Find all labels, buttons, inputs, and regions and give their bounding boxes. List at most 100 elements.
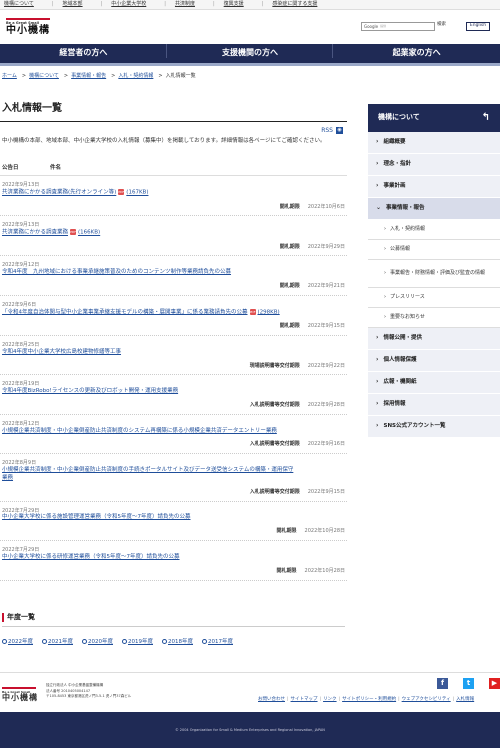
main-nav-item[interactable]: 起業家の方へ [333,48,500,59]
year-label[interactable]: 2019年度 [128,639,153,645]
bid-title[interactable]: 令和4年度BizRobo!ライセンスの更新及びロボット開発・運用支援業務 [2,388,178,394]
main-nav-item[interactable]: 経営者の方へ [0,44,167,59]
year-label[interactable]: 2022年度 [8,639,33,645]
footer-link[interactable]: ウェブアクセシビリティ [402,697,451,702]
sidebar-item[interactable]: › 情報公開・提供 [368,328,500,350]
bid-date: 2022年7月29日 [2,547,40,554]
english-button[interactable]: English [466,22,490,31]
bid-deadline: 開札期限 2022年10月6日 [2,204,345,211]
year-link[interactable]: 2021年度 [42,639,73,646]
sidebar-item-label[interactable]: SNS公式アカウント一覧 [383,423,445,430]
bid-title[interactable]: 中小企業大学校に係る研修運営業務（令和5年度〜7年度）請負先の公募 [2,554,180,560]
footer-link[interactable]: リンク [323,697,337,702]
year-label[interactable]: 2017年度 [208,639,233,645]
footer-link[interactable]: 入札情報 [456,697,474,702]
sidebar-item[interactable]: ⌄ 事業情報・報告 [368,198,500,220]
nav-separator: | [100,1,103,8]
top-nav-link[interactable]: 機構について [4,1,52,8]
breadcrumb-item[interactable]: ホーム [2,73,17,79]
footer-logo[interactable]: Be a Great Small 中小機構 [2,687,38,702]
bid-deadline: 開札期限 2022年9月21日 [2,283,345,290]
bid-title-link[interactable]: 小規模企業共済制度・中小企業倒産防止共済制度の手続きポータルサイト及びデータ送受… [2,467,298,483]
rss-link[interactable]: RSS ◉ [0,126,347,135]
top-nav-link[interactable]: 中小企業大学校 [105,1,164,8]
sidebar-item[interactable]: › 事業計画 [368,176,500,198]
pdf-size[interactable]: (298KB) [258,309,280,315]
sidebar-subitem[interactable]: › 事業報告・財務情報・評価及び監査の情報 [368,260,500,288]
sidebar-item-label[interactable]: 採用情報 [383,401,405,408]
twitter-icon[interactable]: t [463,678,474,689]
year-link[interactable]: 2019年度 [122,639,153,646]
top-nav-link[interactable]: 地域本部 [57,1,101,8]
sidebar-item[interactable]: › 広報・機関紙 [368,372,500,394]
bid-title-link[interactable]: 共済業務にかかる調査業務(先行オンライン等) PDF (167KB) [2,189,298,197]
sidebar-item-label[interactable]: 事業情報・報告 [386,205,425,212]
sidebar-item-label[interactable]: 重要なお知らせ [390,314,425,321]
bid-title[interactable]: 令和4年度 九州地域における事業承継施策普及のためのコンテンツ制作等業務請負先の… [2,269,231,275]
sidebar-item-label[interactable]: プレスリリース [390,294,425,301]
top-nav-link[interactable]: 感染症に関する支援 [266,1,335,8]
sidebar-item-label[interactable]: 個人情報保護 [383,357,416,364]
chevron-right-icon: › [376,182,379,190]
bid-title[interactable]: 小規模企業共済制度・中小企業倒産防止共済制度の手続きポータルサイト及びデータ送受… [2,467,293,481]
year-link[interactable]: 2020年度 [82,639,113,646]
rss-label[interactable]: RSS [321,127,333,134]
bid-title-link[interactable]: 中小企業大学校に係る研修運営業務（令和5年度〜7年度）請負先の公募 [2,554,298,562]
sidebar-item-label[interactable]: 事業計画 [383,183,405,190]
bid-title-link[interactable]: 小規模企業共済制度・中小企業倒産防止共済制度のシステム再構築に係る小規模企業共済… [2,428,298,436]
search-input[interactable]: Google 提供 [361,22,435,31]
footer-link[interactable]: お問い合わせ [258,697,285,702]
sidebar-item[interactable]: › SNS公式アカウント一覧 [368,416,500,438]
sidebar-item[interactable]: › 理念・指針 [368,154,500,176]
deadline-value: 2022年9月28日 [307,402,345,408]
youtube-icon[interactable]: ▶ [489,678,500,689]
bid-title[interactable]: 「令和4年度自治体関与型中小企業事業承継支援モデルの構築・展開事業」に係る業務請… [2,309,248,315]
sidebar-item-label[interactable]: 入札・契約情報 [390,226,425,233]
sidebar-item-label[interactable]: 事業報告・財務情報・評価及び監査の情報 [390,270,485,277]
sidebar-item[interactable]: › 個人情報保護 [368,350,500,372]
breadcrumb-item[interactable]: 事業情報・報告 [71,73,106,79]
bid-title-link[interactable]: 令和4年度BizRobo!ライセンスの更新及びロボット開発・運用支援業務 [2,388,298,396]
bid-title-link[interactable]: 共済業務にかかる調査業務 PDF (166KB) [2,229,298,237]
bid-title-link[interactable]: 「令和4年度自治体関与型中小企業事業承継支援モデルの構築・展開事業」に係る業務請… [2,308,298,317]
sidebar-subitem[interactable]: › 重要なお知らせ [368,308,500,328]
bid-title-link[interactable]: 令和4年度中小企業大学校広島校建物修繕等工事 [2,349,298,357]
deadline-label: 開札期限 [276,567,297,574]
top-nav-link[interactable]: 共済制度 [169,1,213,8]
footer-link[interactable]: サイトマップ [291,697,318,702]
main-nav-item[interactable]: 支援機関の方へ [167,44,334,59]
bid-title[interactable]: 共済業務にかかる調査業務(先行オンライン等) [2,190,116,196]
year-link[interactable]: 2017年度 [202,639,233,646]
year-label[interactable]: 2018年度 [168,639,193,645]
footer-link[interactable]: サイトポリシー・利用規約 [342,697,396,702]
site-logo[interactable]: Be a Great Small 中小機構 [6,18,50,36]
sidebar-subitem[interactable]: › プレスリリース [368,288,500,308]
breadcrumb-item[interactable]: 機構について [29,73,59,79]
bid-title[interactable]: 共済業務にかかる調査業務 [2,230,68,236]
top-nav-link[interactable]: 復興支援 [218,1,262,8]
breadcrumb-item[interactable]: 入札・契約情報 [118,73,153,79]
bid-title[interactable]: 小規模企業共済制度・中小企業倒産防止共済制度のシステム再構築に係る小規模企業共済… [2,428,277,434]
sidebar-item-label[interactable]: 理念・指針 [383,161,411,168]
year-label[interactable]: 2021年度 [48,639,73,645]
pdf-size[interactable]: (166KB) [78,230,100,236]
sidebar-item-label[interactable]: 公募情報 [390,246,410,253]
facebook-icon[interactable]: f [437,678,448,689]
sidebar-header[interactable]: 機構について ↰ [368,104,500,132]
bid-title-link[interactable]: 中小企業大学校に係る施設管理運営業務（令和5年度〜7年度）請負先の公募 [2,514,298,522]
sidebar-subitem[interactable]: › 入札・契約情報 [368,220,500,240]
year-link[interactable]: 2022年度 [2,639,33,646]
sidebar-item-label[interactable]: 組織概要 [383,139,405,146]
sidebar-item-label[interactable]: 情報公開・提供 [383,335,422,342]
sidebar-item[interactable]: › 採用情報 [368,394,500,416]
bid-title[interactable]: 令和4年度中小企業大学校広島校建物修繕等工事 [2,349,121,355]
bid-title[interactable]: 中小企業大学校に係る施設管理運営業務（令和5年度〜7年度）請負先の公募 [2,514,191,520]
sidebar-item-label[interactable]: 広報・機関紙 [383,379,416,386]
year-label[interactable]: 2020年度 [88,639,113,645]
search-button[interactable]: 検索 [437,22,446,28]
year-link[interactable]: 2018年度 [162,639,193,646]
sidebar-item[interactable]: › 組織概要 [368,132,500,154]
bid-title-link[interactable]: 令和4年度 九州地域における事業承継施策普及のためのコンテンツ制作等業務請負先の… [2,269,298,277]
sidebar-subitem[interactable]: › 公募情報 [368,240,500,260]
pdf-size[interactable]: (167KB) [126,190,148,196]
